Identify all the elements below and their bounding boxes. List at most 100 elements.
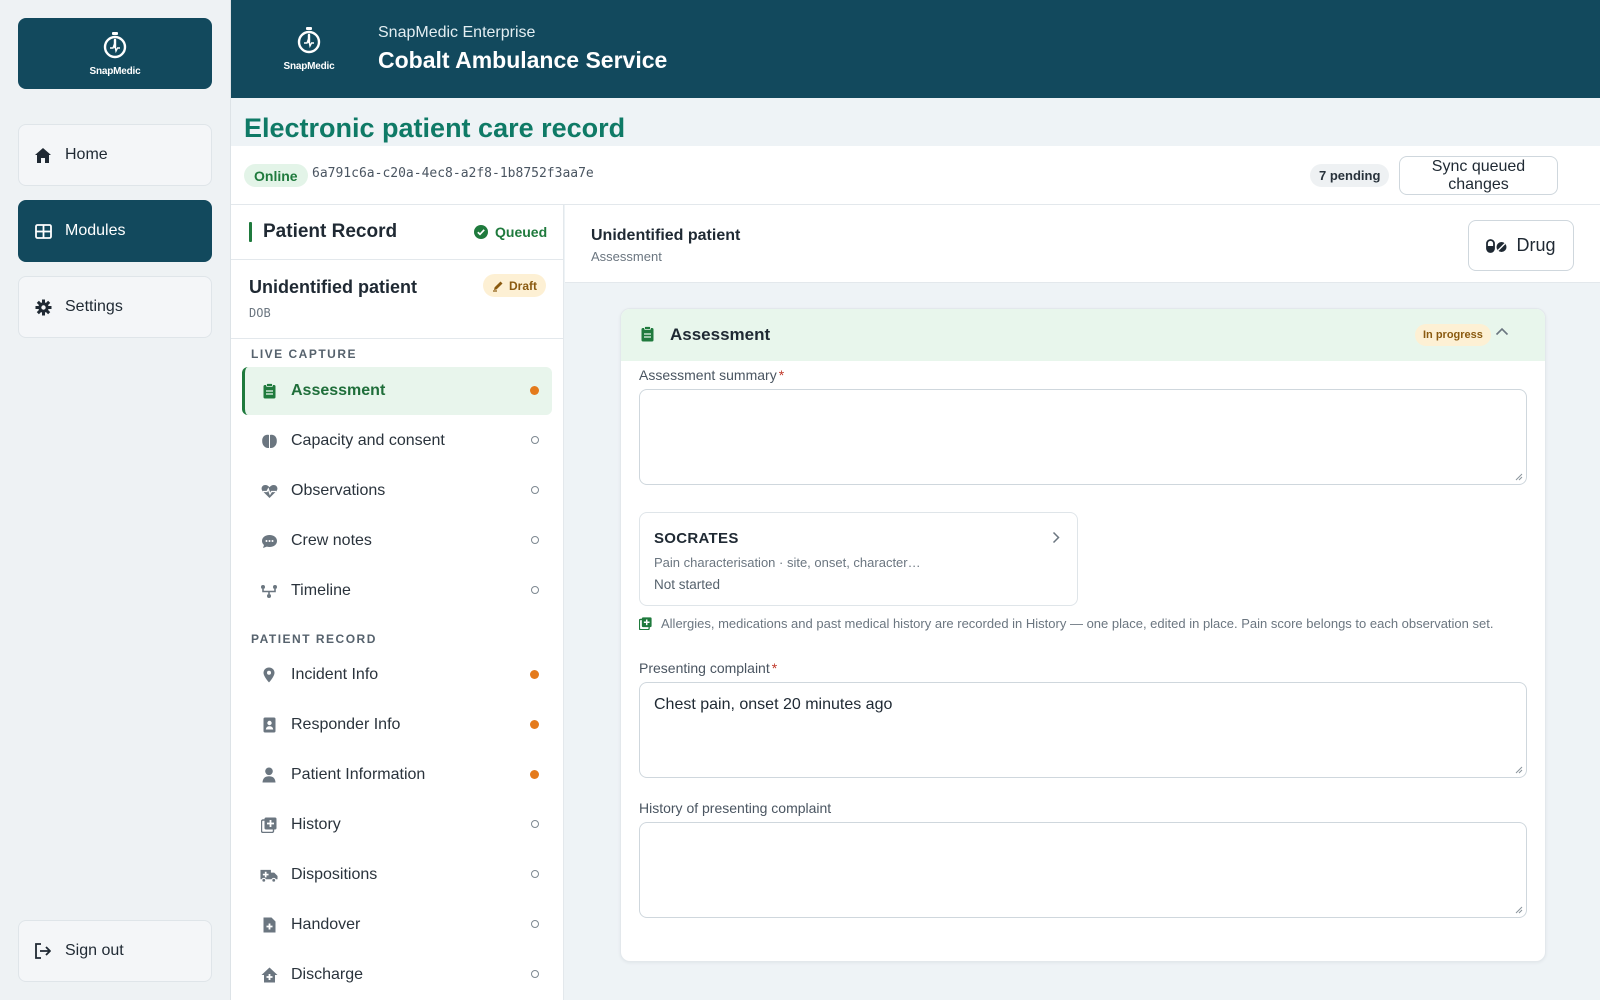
stopwatch-logo-icon (296, 26, 322, 59)
module-item-label: Responder Info (291, 716, 401, 733)
history-info-note: Allergies, medications and past medical … (639, 615, 1519, 632)
socrates-card[interactable]: SOCRATES Pain characterisation · site, o… (639, 512, 1078, 606)
assessment-card-header[interactable]: Assessment In progress (621, 309, 1545, 361)
in-progress-indicator (530, 386, 539, 395)
brand-logo[interactable]: SnapMedic (18, 18, 212, 89)
module-item-label: Dispositions (291, 866, 378, 883)
drug-button-label: Drug (1516, 235, 1556, 255)
medical-history-icon (260, 816, 278, 834)
in-progress-indicator (530, 670, 539, 679)
presenting-complaint-label-text: Presenting complaint (639, 660, 770, 676)
patient-dob: DOB (249, 306, 271, 320)
assessment-summary-field[interactable] (639, 389, 1527, 485)
nav-settings-button[interactable]: Settings (18, 276, 212, 338)
not-started-indicator (531, 970, 539, 978)
module-item-patient-information[interactable]: Patient Information (242, 751, 552, 799)
patient-name: Unidentified patient (249, 277, 417, 297)
sign-out-button[interactable]: Sign out (18, 920, 212, 982)
pen-icon (492, 280, 504, 292)
module-item-handover[interactable]: Handover (242, 901, 552, 949)
ambulance-icon (260, 866, 278, 884)
nav-home-button[interactable]: Home (18, 124, 212, 186)
nav-modules-label: Modules (65, 222, 126, 239)
brand-logo-text: SnapMedic (89, 65, 141, 77)
heart-pulse-icon (260, 482, 278, 500)
module-item-assessment[interactable]: Assessment (242, 367, 552, 415)
sign-out-label: Sign out (65, 942, 124, 959)
assessment-card-title: Assessment (670, 325, 771, 344)
module-item-label: Handover (291, 916, 361, 933)
medical-history-icon (639, 617, 652, 630)
resize-grip-icon[interactable] (1514, 472, 1523, 481)
clipboard-icon (641, 326, 654, 342)
history-info-note-text: Allergies, medications and past medical … (661, 616, 1494, 631)
module-item-discharge[interactable]: Discharge (242, 951, 552, 999)
house-medical-icon (260, 966, 278, 984)
module-item-label: Incident Info (291, 666, 379, 683)
app-sidebar: SnapMedic Home Modules Settings Sign out (0, 0, 231, 1000)
draft-badge: Draft (483, 274, 547, 297)
chevron-up-icon[interactable] (1495, 327, 1509, 336)
workspace-header: Unidentified patient Assessment Drug (565, 205, 1600, 283)
file-medical-icon (260, 916, 278, 934)
module-item-label: Patient Information (291, 766, 426, 783)
id-badge-icon (260, 716, 278, 734)
not-started-indicator (531, 820, 539, 828)
online-status-badge: Online (244, 164, 308, 187)
not-started-indicator (531, 920, 539, 928)
module-item-timeline[interactable]: Timeline (242, 567, 552, 615)
timeline-icon (260, 582, 278, 600)
presenting-complaint-field[interactable]: Chest pain, onset 20 minutes ago (639, 682, 1527, 778)
header-logo-text: SnapMedic (283, 61, 335, 72)
resize-grip-icon[interactable] (1514, 905, 1523, 914)
drug-button[interactable]: Drug (1468, 220, 1574, 271)
not-started-indicator (531, 486, 539, 494)
patient-record-panel: Patient Record Queued Unidentified patie… (231, 205, 564, 1000)
in-progress-badge: In progress (1415, 324, 1491, 346)
queued-status: Queued (474, 224, 547, 240)
socrates-title: SOCRATES (654, 530, 739, 547)
module-item-incident-info[interactable]: Incident Info (242, 651, 552, 699)
module-item-capacity-consent[interactable]: Capacity and consent (242, 417, 552, 465)
record-id: 6a791c6a-c20a-4ec8-a2f8-1b8752f3aa7e (312, 166, 594, 181)
chat-icon (260, 532, 278, 550)
required-marker: * (771, 660, 778, 676)
patient-record-heading: PATIENT RECORD (251, 632, 377, 646)
in-progress-indicator (530, 770, 539, 779)
module-item-history[interactable]: History (242, 801, 552, 849)
record-panel-title: Patient Record (263, 221, 398, 242)
accent-bar (249, 222, 252, 242)
header-logo: SnapMedic (281, 26, 337, 74)
not-started-indicator (531, 586, 539, 594)
resize-grip-icon[interactable] (1514, 765, 1523, 774)
patient-summary: Unidentified patient DOB Draft (231, 260, 564, 339)
live-capture-heading: LIVE CAPTURE (251, 347, 358, 361)
module-workspace: Unidentified patient Assessment Drug Ass… (565, 205, 1600, 1000)
module-item-crew-notes[interactable]: Crew notes (242, 517, 552, 565)
not-started-indicator (531, 536, 539, 544)
location-pin-icon (260, 666, 278, 684)
hpc-field[interactable] (639, 822, 1527, 918)
brain-icon (260, 432, 278, 450)
sign-out-icon (33, 941, 53, 961)
assessment-card: Assessment In progress Assessment summar… (620, 308, 1546, 962)
sync-queued-changes-button[interactable]: Sync queued changes (1399, 156, 1558, 195)
socrates-status: Not started (654, 577, 721, 592)
app-header: SnapMedic SnapMedic Enterprise Cobalt Am… (231, 0, 1600, 98)
module-item-responder-info[interactable]: Responder Info (242, 701, 552, 749)
not-started-indicator (531, 870, 539, 878)
record-status-bar: Online 6a791c6a-c20a-4ec8-a2f8-1b8752f3a… (231, 146, 1600, 205)
presenting-complaint-value: Chest pain, onset 20 minutes ago (654, 696, 893, 713)
nav-modules-button[interactable]: Modules (18, 200, 212, 262)
home-icon (33, 145, 53, 165)
in-progress-indicator (530, 720, 539, 729)
module-item-label: Crew notes (291, 532, 372, 549)
queued-label: Queued (495, 224, 548, 240)
record-panel-header: Patient Record Queued (231, 205, 564, 260)
module-item-dispositions[interactable]: Dispositions (242, 851, 552, 899)
module-item-observations[interactable]: Observations (242, 467, 552, 515)
not-started-indicator (531, 436, 539, 444)
pending-count-badge: 7 pending (1310, 164, 1390, 187)
person-icon (260, 766, 278, 784)
module-item-label: Discharge (291, 966, 364, 983)
